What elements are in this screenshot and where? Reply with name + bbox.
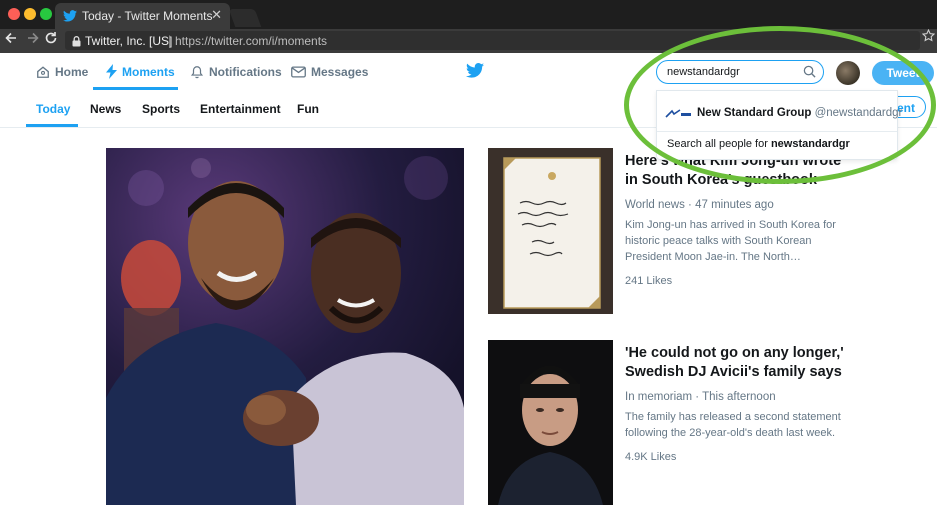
search-typeahead-dropdown: New Standard Group @newstandardgr Search… [656, 90, 902, 160]
twitter-header: Home Moments Notifications Messages news… [0, 53, 937, 91]
tab-close-icon[interactable]: ✕ [211, 7, 222, 23]
bell-icon [190, 65, 204, 79]
reload-icon[interactable] [44, 31, 58, 50]
dropdown-divider [657, 131, 897, 132]
profile-avatar[interactable] [836, 61, 860, 85]
nav-home-label: Home [55, 64, 89, 79]
nav-notifications-label: Notifications [209, 64, 282, 79]
address-separator: | [168, 33, 172, 47]
twitter-favicon-icon [63, 9, 77, 27]
maximize-window-button[interactable] [40, 8, 52, 20]
tab-news[interactable]: News [90, 102, 121, 116]
browser-tab-active[interactable]: Today - Twitter Moments ✕ [55, 3, 230, 29]
tab-sports[interactable]: Sports [142, 102, 180, 116]
bookmark-star-icon[interactable] [921, 28, 936, 45]
story-meta: In memoriam · This afternoon [625, 391, 776, 403]
address-bar[interactable]: Twitter, Inc. [US] | https://twitter.com… [65, 31, 920, 50]
search-icon[interactable] [803, 65, 816, 83]
nav-moments-label: Moments [122, 64, 175, 79]
search-all-term: newstandardgr [770, 138, 850, 150]
tweet-button[interactable]: Tweet [872, 61, 934, 85]
twitter-logo-icon[interactable] [466, 63, 484, 83]
lightning-icon [106, 64, 117, 79]
browser-tab-strip: Today - Twitter Moments ✕ [0, 0, 937, 29]
active-tab-indicator [26, 124, 78, 127]
forward-arrow-icon[interactable] [26, 31, 40, 50]
nav-home[interactable]: Home [36, 53, 88, 90]
nav-messages-label: Messages [311, 64, 369, 79]
story-description: Kim Jong-un has arrived in South Korea f… [625, 219, 836, 263]
home-icon [36, 65, 50, 79]
tab-fun[interactable]: Fun [297, 102, 319, 116]
search-result-name: New Standard Group [697, 107, 812, 119]
minimize-window-button[interactable] [24, 8, 36, 20]
story-likes: 241 Likes [625, 275, 673, 287]
search-query-text: newstandardgr [667, 66, 740, 78]
nav-messages[interactable]: Messages [291, 53, 368, 90]
tab-entertainment[interactable]: Entertainment [200, 102, 281, 116]
story-title[interactable]: 'He could not go on any longer,' Swedish… [625, 344, 855, 382]
search-result-handle: @newstandardgr [814, 107, 903, 119]
search-all-prefix: Search all people for [667, 138, 771, 150]
browser-toolbar: Twitter, Inc. [US] | https://twitter.com… [0, 28, 937, 53]
story-thumbnail-guestbook[interactable] [488, 148, 613, 314]
search-input[interactable]: newstandardgr [656, 60, 824, 84]
search-all-people-link[interactable]: Search all people for newstandardgr [667, 138, 850, 150]
new-tab-button[interactable] [228, 9, 262, 27]
browser-tab-title: Today - Twitter Moments [82, 9, 213, 23]
address-url: https://twitter.com/i/moments [175, 34, 328, 48]
story-description: The family has released a second stateme… [625, 411, 841, 439]
tab-today[interactable]: Today [36, 102, 70, 116]
search-result-user[interactable]: New Standard Group @newstandardgr [697, 107, 902, 119]
lock-icon [72, 34, 81, 52]
site-identity: Twitter, Inc. [US] [85, 34, 173, 48]
story-meta: World news · 47 minutes ago [625, 199, 774, 211]
nav-notifications[interactable]: Notifications [190, 53, 282, 90]
story-card-avicii[interactable]: 'He could not go on any longer,' Swedish… [625, 344, 855, 463]
back-arrow-icon[interactable] [4, 31, 18, 50]
nav-moments[interactable]: Moments [106, 53, 175, 90]
hero-moment-image[interactable] [106, 148, 464, 505]
close-window-button[interactable] [8, 8, 20, 20]
story-thumbnail-avicii[interactable] [488, 340, 613, 505]
story-card-kim-jong-un[interactable]: Here's what Kim Jong-un wrote in South K… [625, 152, 855, 287]
envelope-icon [291, 65, 306, 78]
story-likes: 4.9K Likes [625, 451, 677, 463]
new-standard-group-logo [664, 107, 692, 120]
